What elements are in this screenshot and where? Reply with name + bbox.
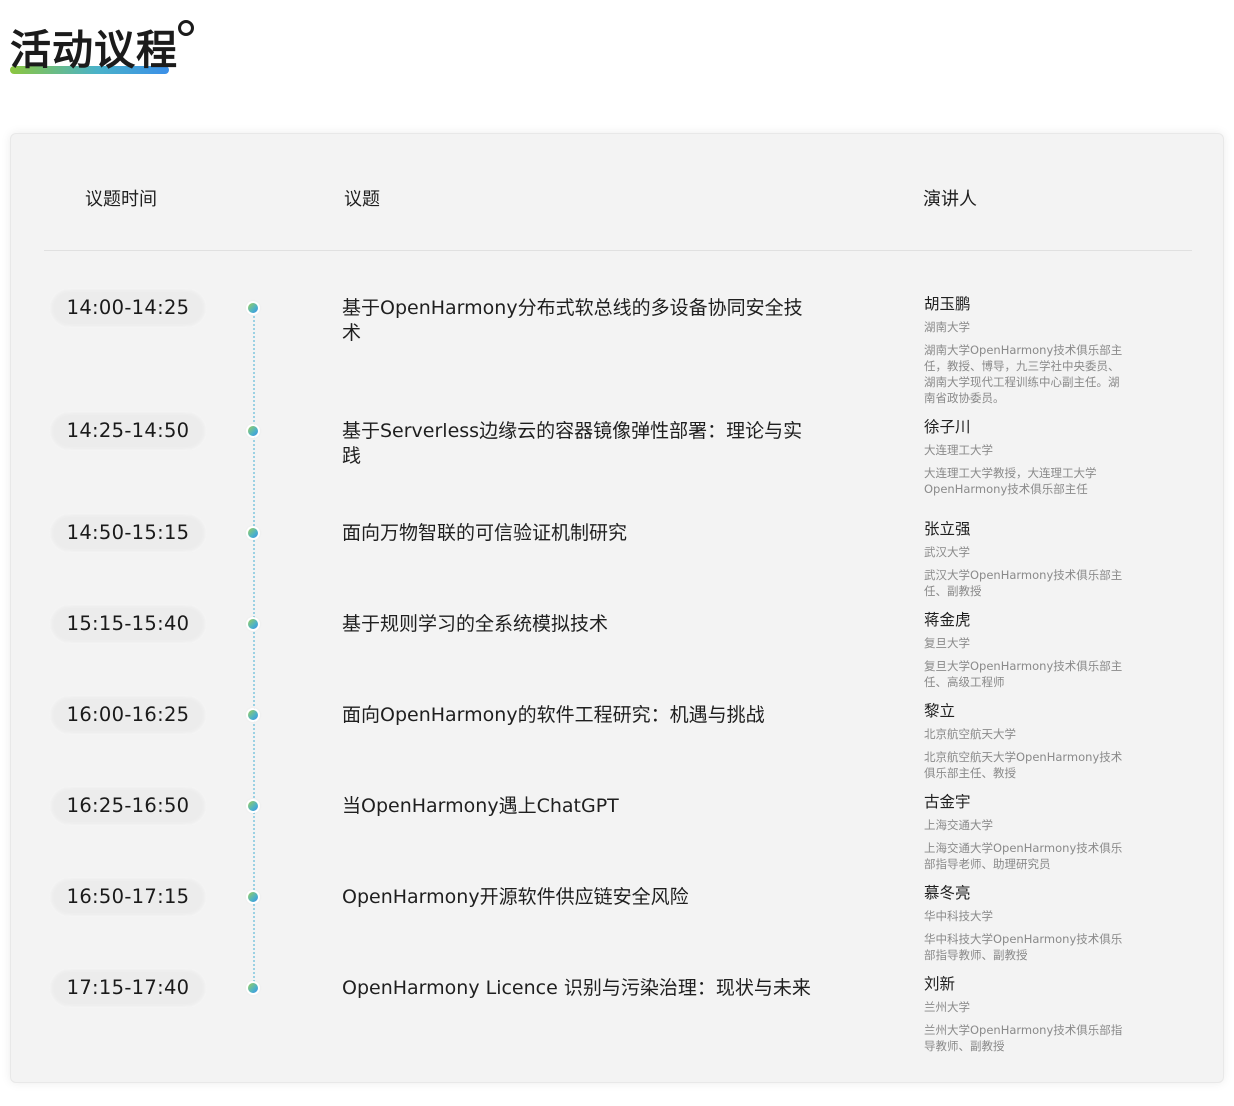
speaker-desc: 北京航空航天大学OpenHarmony技术俱乐部主任、教授 xyxy=(924,750,1123,780)
topic-text: 当OpenHarmony遇上ChatGPT xyxy=(342,795,619,817)
speaker-name: 慕冬亮 xyxy=(924,884,971,902)
page-title: 活动议程 xyxy=(10,26,178,74)
speaker-org: 湖南大学 xyxy=(924,320,970,334)
time-pill: 15:15-15:40 xyxy=(49,604,207,644)
topic-text: 基于OpenHarmony分布式软总线的多设备协同安全技术 xyxy=(342,297,803,344)
speaker-org: 兰州大学 xyxy=(924,1000,970,1014)
speaker-org: 北京航空航天大学 xyxy=(924,727,1016,741)
speaker-desc: 华中科技大学OpenHarmony技术俱乐部指导教师、副教授 xyxy=(924,932,1123,962)
topic-text: 基于Serverless边缘云的容器镜像弹性部署：理论与实践 xyxy=(342,420,803,467)
timeline-dot-icon xyxy=(246,617,260,631)
topic-text: OpenHarmony Licence 识别与污染治理：现状与未来 xyxy=(342,977,811,999)
header-topic: 议题 xyxy=(344,189,380,210)
timeline-dot-icon xyxy=(246,890,260,904)
topic-text: 面向万物智联的可信验证机制研究 xyxy=(342,522,628,544)
header-time: 议题时间 xyxy=(85,189,157,210)
header-speaker: 演讲人 xyxy=(923,189,977,210)
time-pill: 14:00-14:25 xyxy=(49,288,207,328)
time-pill: 14:25-14:50 xyxy=(49,411,207,451)
time-pill: 16:25-16:50 xyxy=(49,786,207,826)
speaker-block: 古金宇 上海交通大学 上海交通大学OpenHarmony技术俱乐部指导老师、助理… xyxy=(924,792,1124,872)
timeline-dot-icon xyxy=(246,424,260,438)
speaker-name: 张立强 xyxy=(924,520,971,538)
agenda-card: 议题时间 议题 演讲人 14:00-14:25 基于OpenHarmony分布式… xyxy=(10,133,1224,1083)
timeline-dot-icon xyxy=(246,301,260,315)
speaker-block: 胡玉鹏 湖南大学 湖南大学OpenHarmony技术俱乐部主任，教授、博导，九三… xyxy=(924,294,1124,406)
timeline-dot-icon xyxy=(246,708,260,722)
timeline-dot-icon xyxy=(246,981,260,995)
speaker-org: 华中科技大学 xyxy=(924,909,993,923)
title-circle-icon xyxy=(178,20,194,36)
speaker-org: 复旦大学 xyxy=(924,636,970,650)
speaker-desc: 大连理工大学教授，大连理工大学OpenHarmony技术俱乐部主任 xyxy=(924,466,1097,496)
speaker-block: 徐子川 大连理工大学 大连理工大学教授，大连理工大学OpenHarmony技术俱… xyxy=(924,417,1124,497)
topic-text: 面向OpenHarmony的软件工程研究：机遇与挑战 xyxy=(342,704,765,726)
time-pill: 16:00-16:25 xyxy=(49,695,207,735)
speaker-desc: 湖南大学OpenHarmony技术俱乐部主任，教授、博导，九三学社中央委员、湖南… xyxy=(924,343,1123,405)
speaker-block: 慕冬亮 华中科技大学 华中科技大学OpenHarmony技术俱乐部指导教师、副教… xyxy=(924,883,1124,963)
speaker-desc: 上海交通大学OpenHarmony技术俱乐部指导老师、助理研究员 xyxy=(924,841,1123,871)
speaker-block: 黎立 北京航空航天大学 北京航空航天大学OpenHarmony技术俱乐部主任、教… xyxy=(924,701,1124,781)
topic-text: 基于规则学习的全系统模拟技术 xyxy=(342,613,609,635)
speaker-name: 刘新 xyxy=(924,975,956,993)
time-pill: 14:50-15:15 xyxy=(49,513,207,553)
page-title-block: 活动议程 xyxy=(10,20,194,78)
timeline-line xyxy=(253,309,255,989)
time-pill: 16:50-17:15 xyxy=(49,877,207,917)
speaker-block: 张立强 武汉大学 武汉大学OpenHarmony技术俱乐部主任、副教授 xyxy=(924,519,1124,599)
time-pill: 17:15-17:40 xyxy=(49,968,207,1008)
topic-text: OpenHarmony开源软件供应链安全风险 xyxy=(342,886,689,908)
speaker-desc: 武汉大学OpenHarmony技术俱乐部主任、副教授 xyxy=(924,568,1123,598)
speaker-name: 古金宇 xyxy=(924,793,971,811)
speaker-name: 蒋金虎 xyxy=(924,611,971,629)
speaker-name: 黎立 xyxy=(924,702,956,720)
speaker-org: 上海交通大学 xyxy=(924,818,993,832)
speaker-block: 蒋金虎 复旦大学 复旦大学OpenHarmony技术俱乐部主任、高级工程师 xyxy=(924,610,1124,690)
header-divider xyxy=(44,250,1192,251)
speaker-desc: 兰州大学OpenHarmony技术俱乐部指导教师、副教授 xyxy=(924,1023,1123,1053)
speaker-desc: 复旦大学OpenHarmony技术俱乐部主任、高级工程师 xyxy=(924,659,1123,689)
timeline-dot-icon xyxy=(246,799,260,813)
speaker-block: 刘新 兰州大学 兰州大学OpenHarmony技术俱乐部指导教师、副教授 xyxy=(924,974,1124,1054)
speaker-name: 徐子川 xyxy=(924,418,971,436)
timeline-dot-icon xyxy=(246,526,260,540)
speaker-org: 大连理工大学 xyxy=(924,443,993,457)
speaker-name: 胡玉鹏 xyxy=(924,295,971,313)
speaker-org: 武汉大学 xyxy=(924,545,970,559)
